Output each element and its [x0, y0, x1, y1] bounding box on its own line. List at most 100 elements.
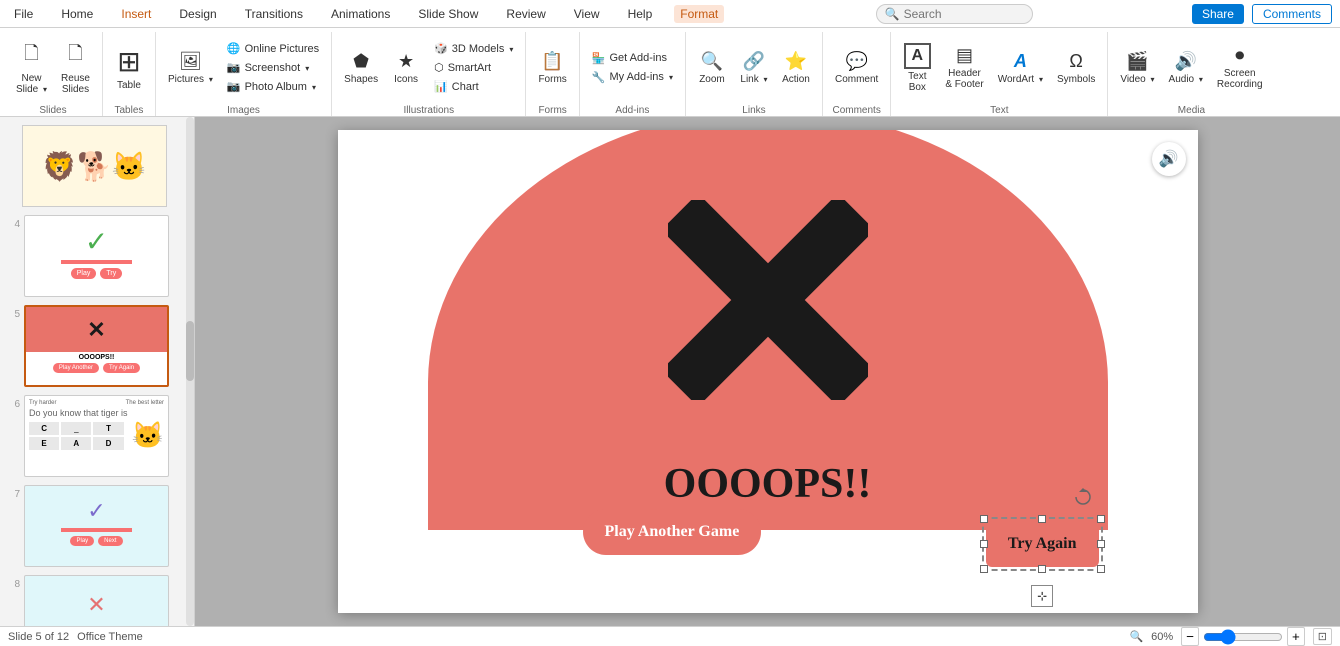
- slide-item-5[interactable]: 5 ✕ OOOOPS!! Play Another Try Again: [4, 303, 190, 389]
- shapes-button[interactable]: ⬟ Shapes: [338, 40, 384, 96]
- comments-button[interactable]: Comments: [1252, 4, 1332, 24]
- slide-thumb-4[interactable]: ✓ Play Try: [24, 215, 169, 297]
- menu-format[interactable]: Format: [674, 5, 724, 23]
- handle-bl[interactable]: [980, 565, 988, 573]
- video-label: Video ▾: [1120, 74, 1154, 85]
- screenshot-button[interactable]: 📷 Screenshot ▾: [221, 59, 325, 76]
- new-slide-button[interactable]: 🗋 NewSlide ▾: [10, 40, 53, 96]
- share-button[interactable]: Share: [1192, 4, 1244, 24]
- handle-bm[interactable]: [1038, 565, 1046, 573]
- chart-label: Chart: [452, 81, 479, 93]
- new-slide-dropdown[interactable]: ▾: [43, 85, 47, 94]
- scrollbar-thumb[interactable]: [186, 321, 194, 381]
- audio-button[interactable]: 🔊 Audio ▾: [1163, 40, 1209, 96]
- zoom-in-button[interactable]: +: [1287, 627, 1305, 646]
- handle-ml[interactable]: [980, 540, 988, 548]
- images-sub-group: 🌐 Online Pictures 📷 Screenshot ▾ 📷 Photo…: [221, 40, 325, 95]
- menu-file[interactable]: File: [8, 5, 39, 23]
- link-dropdown[interactable]: ▾: [764, 75, 768, 84]
- handle-tl[interactable]: [980, 515, 988, 523]
- action-label: Action: [782, 74, 810, 85]
- menu-transitions[interactable]: Transitions: [239, 5, 309, 23]
- menu-design[interactable]: Design: [173, 5, 222, 23]
- x-mark-svg: [668, 200, 868, 400]
- zoom-button[interactable]: 🔍 Zoom: [692, 40, 732, 96]
- zoom-slider[interactable]: [1203, 629, 1283, 645]
- slide-number-4: 4: [6, 219, 20, 230]
- header-footer-button[interactable]: ▤ Header& Footer: [939, 40, 989, 96]
- slide-4-check: ✓: [25, 228, 168, 256]
- screenshot-dropdown[interactable]: ▾: [305, 64, 309, 73]
- slide-number-7: 7: [6, 489, 20, 500]
- handle-tm[interactable]: [1038, 515, 1046, 523]
- chart-button[interactable]: 📊 Chart: [428, 78, 519, 95]
- my-add-ins-button[interactable]: 🔧 My Add-ins ▾: [586, 69, 679, 86]
- get-add-ins-icon: 🏪: [592, 52, 606, 65]
- action-button[interactable]: ⭐ Action: [776, 40, 816, 96]
- 3d-models-button[interactable]: 🎲 3D Models ▾: [428, 40, 519, 57]
- symbols-button[interactable]: Ω Symbols: [1051, 40, 1101, 96]
- slide-item-6[interactable]: 6 Try harder The best letter Do you know…: [4, 393, 190, 479]
- table-button[interactable]: ⊞ Table: [109, 40, 149, 96]
- link-button[interactable]: 🔗 Link ▾: [734, 40, 774, 96]
- slide-thumb-7[interactable]: ✓ Play Next: [24, 485, 169, 567]
- slide-5-top: ✕: [26, 307, 167, 352]
- get-add-ins-button[interactable]: 🏪 Get Add-ins: [586, 50, 679, 67]
- slide-number-6: 6: [6, 399, 20, 410]
- handle-mr[interactable]: [1097, 540, 1105, 548]
- menu-slideshow[interactable]: Slide Show: [412, 5, 484, 23]
- wordart-button[interactable]: A WordArt ▾: [992, 40, 1049, 96]
- reuse-slides-button[interactable]: 🗋 ReuseSlides: [55, 40, 96, 96]
- pictures-label: Pictures ▾: [168, 74, 213, 85]
- handle-tr[interactable]: [1097, 515, 1105, 523]
- rotate-handle[interactable]: [1073, 487, 1093, 507]
- pictures-button[interactable]: 🖼 Pictures ▾: [162, 40, 219, 96]
- menu-view[interactable]: View: [568, 5, 606, 23]
- move-handle[interactable]: ⊹: [1031, 585, 1053, 607]
- menu-animations[interactable]: Animations: [325, 5, 396, 23]
- slide-thumb-6[interactable]: Try harder The best letter Do you know t…: [24, 395, 169, 477]
- icons-button[interactable]: ★ Icons: [386, 40, 426, 96]
- wordart-dropdown[interactable]: ▾: [1039, 75, 1043, 84]
- text-box-button[interactable]: A TextBox: [897, 40, 937, 96]
- comment-button[interactable]: 💬 Comment: [829, 40, 884, 96]
- audio-button[interactable]: 🔊: [1152, 142, 1186, 176]
- menu-help[interactable]: Help: [622, 5, 659, 23]
- screen-recording-button[interactable]: ⏺ ScreenRecording: [1211, 40, 1269, 96]
- slide-panel-scrollbar[interactable]: [186, 117, 194, 626]
- text-box-label: TextBox: [908, 71, 926, 93]
- menu-insert[interactable]: Insert: [115, 5, 157, 23]
- slide-7-btn2: Next: [98, 536, 122, 546]
- slide-canvas[interactable]: OOOOPS!! Play Another Game: [338, 130, 1198, 613]
- photo-album-dropdown[interactable]: ▾: [312, 83, 316, 92]
- slide-item-4[interactable]: 4 ✓ Play Try: [4, 213, 190, 299]
- slide-thumb-8[interactable]: ✕: [24, 575, 169, 626]
- slide-thumb-5[interactable]: ✕ OOOOPS!! Play Another Try Again: [24, 305, 169, 387]
- photo-album-button[interactable]: 📷 Photo Album ▾: [221, 78, 325, 95]
- audio-dropdown[interactable]: ▾: [1199, 75, 1203, 84]
- my-add-ins-icon: 🔧: [592, 71, 606, 84]
- ribbon-group-addins: 🏪 Get Add-ins 🔧 My Add-ins ▾ Add-ins: [580, 32, 686, 116]
- fit-slide-button[interactable]: ⊡: [1313, 628, 1332, 645]
- symbols-icon: Ω: [1069, 51, 1082, 72]
- slide-item-8[interactable]: 8 ✕: [4, 573, 190, 626]
- menu-home[interactable]: Home: [55, 5, 99, 23]
- video-button[interactable]: 🎬 Video ▾: [1114, 40, 1160, 96]
- menu-review[interactable]: Review: [500, 5, 551, 23]
- play-another-game-button[interactable]: Play Another Game: [583, 509, 762, 555]
- forms-button[interactable]: 📋 Forms: [532, 40, 572, 96]
- try-again-button[interactable]: Try Again: [986, 521, 1099, 567]
- icons-label: Icons: [394, 74, 418, 85]
- 3d-models-dropdown[interactable]: ▾: [509, 45, 513, 54]
- slide-thumb-prev[interactable]: 🦁🐕🐱: [22, 125, 167, 207]
- video-dropdown[interactable]: ▾: [1151, 75, 1155, 84]
- zoom-out-button[interactable]: −: [1181, 627, 1199, 646]
- search-bar[interactable]: 🔍: [876, 4, 1033, 24]
- my-add-ins-dropdown[interactable]: ▾: [669, 73, 673, 82]
- handle-br[interactable]: [1097, 565, 1105, 573]
- online-pictures-button[interactable]: 🌐 Online Pictures: [221, 40, 325, 57]
- search-input[interactable]: [904, 7, 1024, 21]
- slide-item-7[interactable]: 7 ✓ Play Next: [4, 483, 190, 569]
- smartart-button[interactable]: ⬡ SmartArt: [428, 59, 519, 76]
- pictures-dropdown[interactable]: ▾: [209, 75, 213, 84]
